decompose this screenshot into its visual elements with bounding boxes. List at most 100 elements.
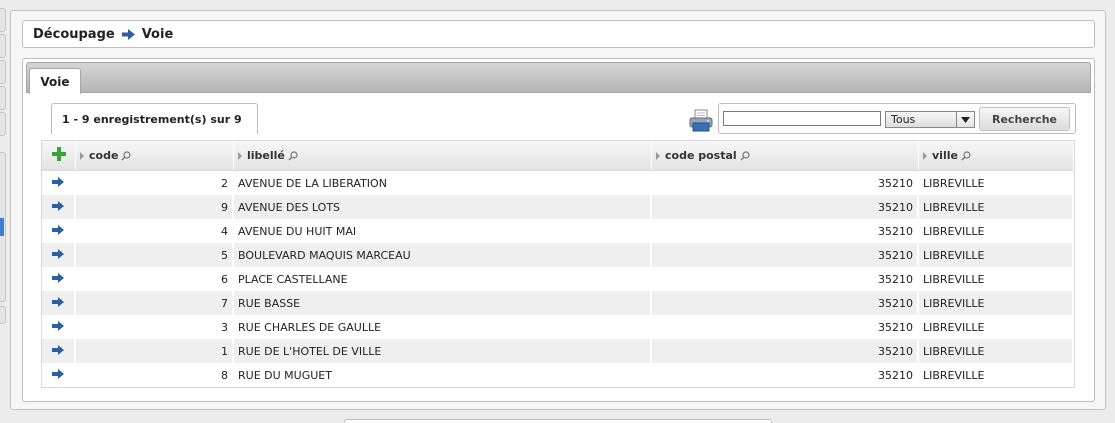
content-panel: Voie 1 - 9 enregistrement(s) sur 9 Tous … xyxy=(22,58,1095,402)
cell-code: 9 xyxy=(76,195,234,219)
row-action[interactable] xyxy=(42,363,76,387)
table-row[interactable]: 4 AVENUE DU HUIT MAI 35210 LIBREVILLE xyxy=(42,219,1074,243)
search-button[interactable]: Recherche xyxy=(979,107,1070,131)
breadcrumb: Découpage Voie xyxy=(22,20,1095,48)
cell-libelle: PLACE CASTELLANE xyxy=(234,267,652,291)
cell-libelle: AVENUE DE LA LIBERATION xyxy=(234,171,652,195)
table-row[interactable]: 2 AVENUE DE LA LIBERATION 35210 LIBREVIL… xyxy=(42,171,1074,195)
sidebar-segment[interactable] xyxy=(0,34,6,58)
sidebar-segment[interactable] xyxy=(0,8,6,32)
plus-icon[interactable] xyxy=(51,147,66,161)
tab-voie[interactable]: Voie xyxy=(29,68,81,94)
column-label: ville xyxy=(932,149,958,162)
cell-ville: LIBREVILLE xyxy=(919,363,1074,387)
search-input[interactable] xyxy=(723,111,881,126)
row-action[interactable] xyxy=(42,267,76,291)
arrow-right-icon[interactable] xyxy=(52,248,64,259)
column-header-code[interactable]: code xyxy=(76,141,234,171)
table-header-row: code libellé code postal ville xyxy=(42,141,1074,171)
column-label: code xyxy=(89,149,119,162)
sidebar-segment[interactable] xyxy=(0,60,6,84)
table-row[interactable]: 7 RUE BASSE 35210 LIBREVILLE xyxy=(42,291,1074,315)
main-container: Découpage Voie Voie 1 - 9 enregistrement… xyxy=(10,10,1106,410)
cell-ville: LIBREVILLE xyxy=(919,195,1074,219)
sidebar-segment[interactable] xyxy=(0,306,6,324)
magnifier-icon[interactable] xyxy=(740,150,750,161)
column-label: libellé xyxy=(247,149,285,162)
cell-code-postal: 35210 xyxy=(652,219,919,243)
row-action[interactable] xyxy=(42,243,76,267)
cell-libelle: RUE CHARLES DE GAULLE xyxy=(234,315,652,339)
cell-ville: LIBREVILLE xyxy=(919,219,1074,243)
column-header-ville[interactable]: ville xyxy=(919,141,1074,171)
sidebar-active-marker xyxy=(0,218,4,236)
footer-bar xyxy=(344,419,772,423)
cell-code: 3 xyxy=(76,315,234,339)
arrow-right-icon[interactable] xyxy=(52,176,64,187)
arrow-right-icon[interactable] xyxy=(52,200,64,211)
add-column-header xyxy=(42,141,76,171)
arrow-right-icon[interactable] xyxy=(52,344,64,355)
cell-code-postal: 35210 xyxy=(652,171,919,195)
arrow-right-icon[interactable] xyxy=(52,320,64,331)
cell-libelle: BOULEVARD MAQUIS MARCEAU xyxy=(234,243,652,267)
column-header-libelle[interactable]: libellé xyxy=(234,141,652,171)
cell-libelle: RUE BASSE xyxy=(234,291,652,315)
row-action[interactable] xyxy=(42,315,76,339)
cell-code: 1 xyxy=(76,339,234,363)
arrow-right-icon xyxy=(121,28,135,40)
cell-ville: LIBREVILLE xyxy=(919,171,1074,195)
column-header-code-postal[interactable]: code postal xyxy=(652,141,919,171)
cell-code-postal: 35210 xyxy=(652,267,919,291)
arrow-right-icon[interactable] xyxy=(52,368,64,379)
record-count: 1 - 9 enregistrement(s) sur 9 xyxy=(51,103,258,134)
chevron-down-icon[interactable] xyxy=(956,112,974,127)
cell-libelle: RUE DE L'HOTEL DE VILLE xyxy=(234,339,652,363)
sidebar-collapsed xyxy=(0,8,6,326)
sort-triangle-icon xyxy=(238,151,242,160)
cell-code-postal: 35210 xyxy=(652,291,919,315)
data-table: code libellé code postal ville 2 AVENUE … xyxy=(41,140,1075,388)
sidebar-segment[interactable] xyxy=(0,112,6,136)
filter-select[interactable]: Tous xyxy=(885,111,975,128)
table-row[interactable]: 6 PLACE CASTELLANE 35210 LIBREVILLE xyxy=(42,267,1074,291)
cell-code-postal: 35210 xyxy=(652,315,919,339)
cell-code: 7 xyxy=(76,291,234,315)
magnifier-icon[interactable] xyxy=(121,150,132,161)
cell-ville: LIBREVILLE xyxy=(919,291,1074,315)
table-row[interactable]: 5 BOULEVARD MAQUIS MARCEAU 35210 LIBREVI… xyxy=(42,243,1074,267)
table-row[interactable]: 1 RUE DE L'HOTEL DE VILLE 35210 LIBREVIL… xyxy=(42,339,1074,363)
arrow-right-icon[interactable] xyxy=(52,224,64,235)
breadcrumb-item-decoupage[interactable]: Découpage xyxy=(33,27,115,42)
cell-ville: LIBREVILLE xyxy=(919,267,1074,291)
row-action[interactable] xyxy=(42,219,76,243)
cell-ville: LIBREVILLE xyxy=(919,339,1074,363)
row-action[interactable] xyxy=(42,195,76,219)
sort-triangle-icon xyxy=(80,151,84,160)
arrow-right-icon[interactable] xyxy=(52,272,64,283)
table-row[interactable]: 3 RUE CHARLES DE GAULLE 35210 LIBREVILLE xyxy=(42,315,1074,339)
printer-icon[interactable] xyxy=(689,109,713,133)
cell-libelle: AVENUE DU HUIT MAI xyxy=(234,219,652,243)
table-row[interactable]: 8 RUE DU MUGUET 35210 LIBREVILLE xyxy=(42,363,1074,387)
cell-code-postal: 35210 xyxy=(652,195,919,219)
arrow-right-icon[interactable] xyxy=(52,296,64,307)
column-label: code postal xyxy=(665,149,737,162)
cell-ville: LIBREVILLE xyxy=(919,315,1074,339)
magnifier-icon[interactable] xyxy=(288,150,298,161)
row-action[interactable] xyxy=(42,171,76,195)
sort-triangle-icon xyxy=(656,151,660,160)
breadcrumb-item-voie: Voie xyxy=(141,26,174,42)
sort-triangle-icon xyxy=(923,151,927,160)
row-action[interactable] xyxy=(42,339,76,363)
row-action[interactable] xyxy=(42,291,76,315)
cell-code: 5 xyxy=(76,243,234,267)
table-row[interactable]: 9 AVENUE DES LOTS 35210 LIBREVILLE xyxy=(42,195,1074,219)
magnifier-icon[interactable] xyxy=(961,150,971,161)
cell-code: 6 xyxy=(76,267,234,291)
sidebar-segment[interactable] xyxy=(0,86,6,110)
cell-libelle: RUE DU MUGUET xyxy=(234,363,652,387)
search-bar: Tous Recherche xyxy=(718,103,1076,134)
cell-ville: LIBREVILLE xyxy=(919,243,1074,267)
cell-code-postal: 35210 xyxy=(652,339,919,363)
